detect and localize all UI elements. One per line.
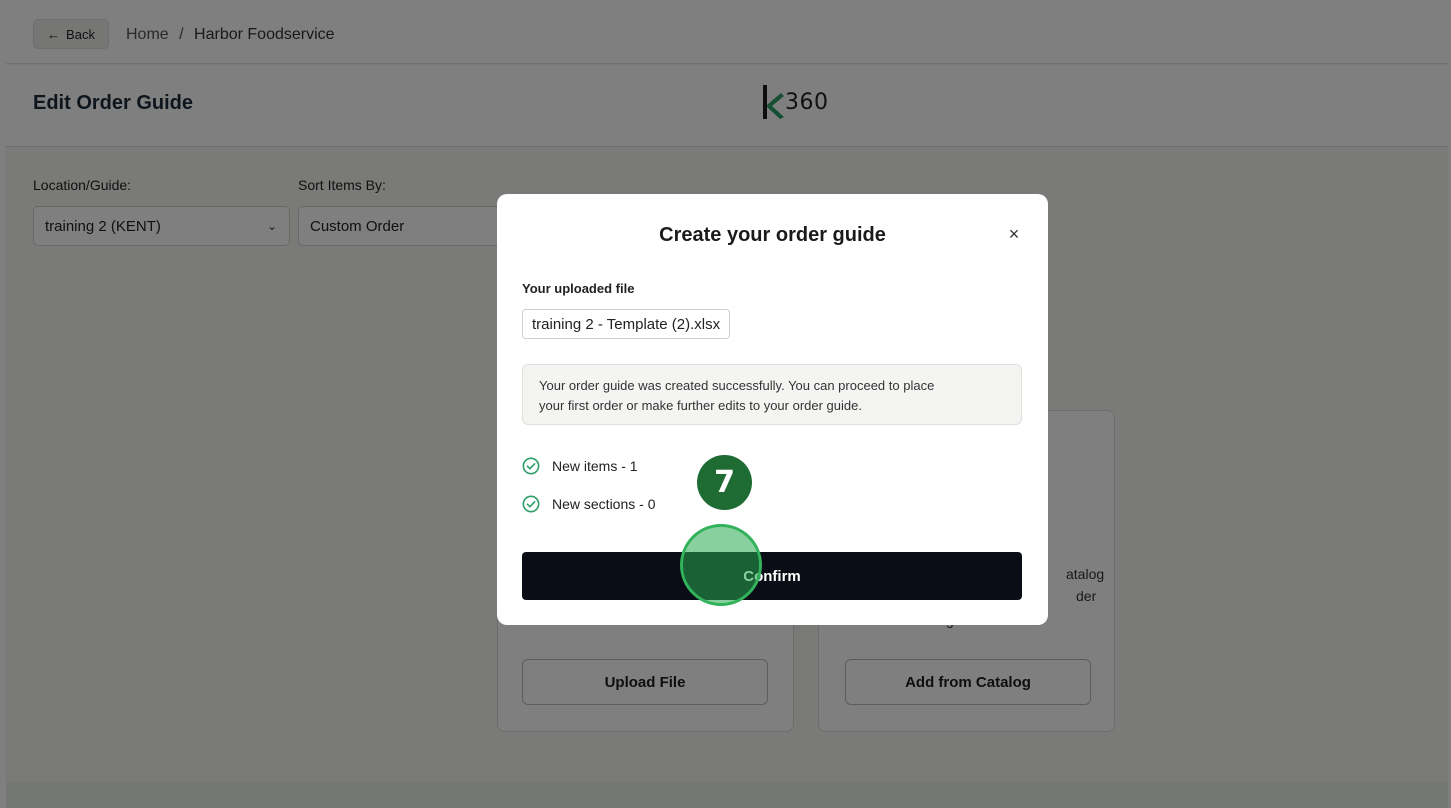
uploaded-file-name: training 2 - Template (2).xlsx: [522, 309, 731, 339]
create-order-guide-modal: Create your order guide × Your uploaded …: [497, 194, 1048, 625]
notice-line-1: Your order guide was created successfull…: [539, 378, 935, 393]
close-icon[interactable]: ×: [1004, 224, 1024, 244]
new-sections-stat: New sections - 0: [522, 495, 655, 513]
new-sections-label: New sections - 0: [552, 496, 656, 512]
confirm-button[interactable]: Confirm: [522, 552, 1022, 600]
new-items-stat: New items - 1: [522, 457, 638, 475]
tutorial-step-badge: 7: [697, 455, 752, 510]
modal-title: Create your order guide: [659, 224, 886, 246]
notice-line-2: your first order or make further edits t…: [539, 398, 862, 413]
new-items-label: New items - 1: [552, 458, 638, 474]
uploaded-file-label: Your uploaded file: [522, 281, 635, 296]
check-circle-icon: [522, 495, 540, 513]
success-notice: Your order guide was created successfull…: [522, 364, 1022, 425]
check-circle-icon: [522, 457, 540, 475]
click-indicator: [680, 524, 762, 606]
